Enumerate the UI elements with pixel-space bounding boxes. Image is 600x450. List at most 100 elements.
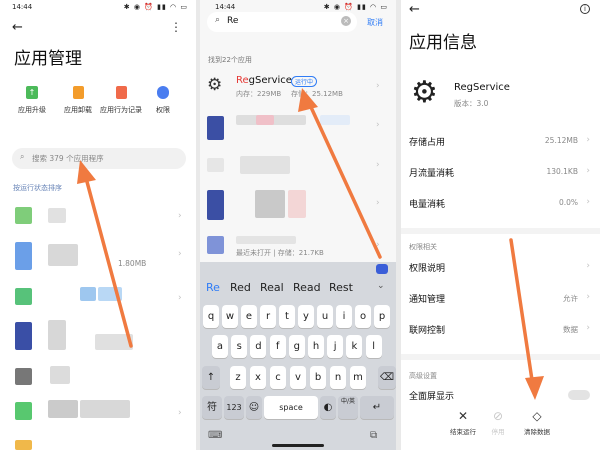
- key-f[interactable]: f: [269, 335, 286, 358]
- fullscreen-row[interactable]: 全面屏显示: [401, 386, 600, 406]
- gear-icon: ⚙: [207, 75, 223, 95]
- key-p[interactable]: p: [374, 305, 390, 328]
- key-z[interactable]: z: [230, 366, 246, 389]
- gear-icon: ⚙: [411, 75, 438, 110]
- annotation-arrow: [509, 238, 544, 400]
- key-m[interactable]: m: [350, 366, 366, 389]
- list-item[interactable]: ›: [0, 398, 196, 428]
- back-arrow-icon[interactable]: ←: [409, 2, 420, 17]
- suggestion[interactable]: Real: [260, 281, 284, 294]
- tool-uninstall[interactable]: 应用卸载: [60, 86, 96, 122]
- list-item[interactable]: 1.80MB ›: [0, 238, 196, 270]
- action-label: 结束运行: [450, 428, 476, 436]
- status-icons: ✱ ◉ ⏰ ▮▮ ◠ ▭: [323, 3, 388, 11]
- traffic-row[interactable]: 月流量消耗 130.1KB ›: [401, 163, 600, 183]
- more-icon[interactable]: ⋮: [170, 20, 182, 34]
- search-placeholder: 搜索 379 个应用程序: [32, 154, 104, 163]
- list-item[interactable]: [0, 318, 196, 354]
- key-o[interactable]: o: [355, 305, 371, 328]
- sort-label[interactable]: 按运行状态排序: [13, 183, 62, 193]
- key-u[interactable]: u: [317, 305, 333, 328]
- space-key[interactable]: space: [264, 396, 318, 419]
- suggestion[interactable]: Rest: [329, 281, 353, 294]
- key-n[interactable]: n: [330, 366, 346, 389]
- row-label: 权限说明: [409, 264, 446, 274]
- suggestion[interactable]: Red: [230, 281, 251, 294]
- disable-button[interactable]: ⊘ 停用: [483, 410, 513, 436]
- cancel-button[interactable]: 取消: [367, 17, 383, 28]
- key-r[interactable]: r: [260, 305, 276, 328]
- list-item[interactable]: ›: [200, 110, 396, 144]
- key-t[interactable]: t: [279, 305, 295, 328]
- symbol-key[interactable]: 符: [202, 396, 222, 419]
- emoji-key[interactable]: ☺: [246, 396, 262, 419]
- search-input[interactable]: ⌕ 搜索 379 个应用程序: [12, 148, 186, 169]
- key-q[interactable]: q: [203, 305, 219, 328]
- list-item[interactable]: [0, 362, 196, 390]
- suggestion[interactable]: Re: [206, 281, 220, 294]
- list-item[interactable]: ›: [200, 150, 396, 180]
- permission-row[interactable]: 权限说明 ›: [401, 258, 600, 278]
- search-input[interactable]: ⌕ Re ×: [207, 12, 357, 32]
- results-count: 找到22个应用: [208, 56, 252, 64]
- trash-icon: [72, 86, 84, 99]
- tool-permissions[interactable]: 权限: [148, 86, 178, 122]
- lang-switch-key[interactable]: 中/英: [338, 396, 358, 419]
- mic-key[interactable]: ◐: [320, 396, 336, 419]
- list-item[interactable]: ›: [0, 200, 196, 232]
- tool-upgrade[interactable]: ↑ 应用升级: [14, 86, 50, 122]
- back-arrow-icon[interactable]: ←: [12, 20, 23, 35]
- row-label: 电量消耗: [409, 200, 446, 210]
- row-label: 通知管理: [409, 295, 446, 305]
- key-k[interactable]: k: [346, 335, 363, 358]
- row-label: 存储占用: [409, 138, 446, 148]
- list-item[interactable]: ›: [200, 186, 396, 222]
- key-s[interactable]: s: [231, 335, 248, 358]
- result-meta: 最近未打开 | 存储：21.7KB: [236, 249, 324, 257]
- key-j[interactable]: j: [327, 335, 344, 358]
- key-w[interactable]: w: [222, 305, 238, 328]
- backspace-key[interactable]: ⌫: [378, 366, 396, 389]
- key-y[interactable]: y: [298, 305, 314, 328]
- key-e[interactable]: e: [241, 305, 257, 328]
- app-name: RegService: [454, 82, 510, 93]
- key-l[interactable]: l: [365, 335, 382, 358]
- clear-icon[interactable]: ×: [341, 16, 351, 26]
- clipboard-icon[interactable]: ⧉: [370, 430, 377, 441]
- key-d[interactable]: d: [250, 335, 267, 358]
- chevron-down-icon[interactable]: ⌄: [377, 281, 385, 291]
- key-h[interactable]: h: [308, 335, 324, 358]
- key-x[interactable]: x: [250, 366, 266, 389]
- section-divider: [401, 354, 600, 360]
- keyboard-settings-icon[interactable]: ⌨: [208, 430, 222, 441]
- numbers-key[interactable]: 123: [224, 396, 244, 419]
- clear-data-button[interactable]: ◇ 清除数据: [519, 410, 555, 436]
- info-icon[interactable]: i: [580, 4, 590, 14]
- list-item[interactable]: 最近未打开 | 存储：21.7KB ›: [200, 234, 396, 260]
- status-bar: 14:44 ✱ ◉ ⏰ ▮▮ ◠ ▭: [0, 0, 196, 16]
- robot-icon[interactable]: [376, 264, 388, 274]
- key-g[interactable]: g: [288, 335, 305, 358]
- battery-row[interactable]: 电量消耗 0.0% ›: [401, 194, 600, 214]
- record-icon: [115, 86, 127, 99]
- key-v[interactable]: v: [290, 366, 306, 389]
- shift-key[interactable]: ↑: [202, 366, 220, 389]
- key-i[interactable]: i: [336, 305, 352, 328]
- tool-records[interactable]: 应用行为记录: [96, 86, 146, 122]
- app-version: 版本：3.0: [454, 99, 489, 108]
- force-stop-button[interactable]: ✕ 结束运行: [445, 410, 481, 436]
- suggestion[interactable]: Read: [293, 281, 321, 294]
- running-badge: 运行中: [291, 76, 318, 87]
- fullscreen-toggle[interactable]: [568, 390, 590, 400]
- notification-row[interactable]: 通知管理 允许 ›: [401, 289, 600, 309]
- storage-row[interactable]: 存储占用 25.12MB ›: [401, 132, 600, 152]
- key-b[interactable]: b: [310, 366, 326, 389]
- key-a[interactable]: a: [212, 335, 228, 358]
- list-item[interactable]: ›: [0, 282, 196, 314]
- key-c[interactable]: c: [270, 366, 286, 389]
- enter-key[interactable]: ↵: [360, 396, 394, 419]
- result-regservice[interactable]: ⚙ RegService 运行中 内存：229MB 存储：25.12MB ›: [200, 70, 396, 104]
- upgrade-icon: ↑: [26, 86, 38, 99]
- network-row[interactable]: 联网控制 数据 ›: [401, 320, 600, 340]
- search-value: Re: [227, 16, 239, 26]
